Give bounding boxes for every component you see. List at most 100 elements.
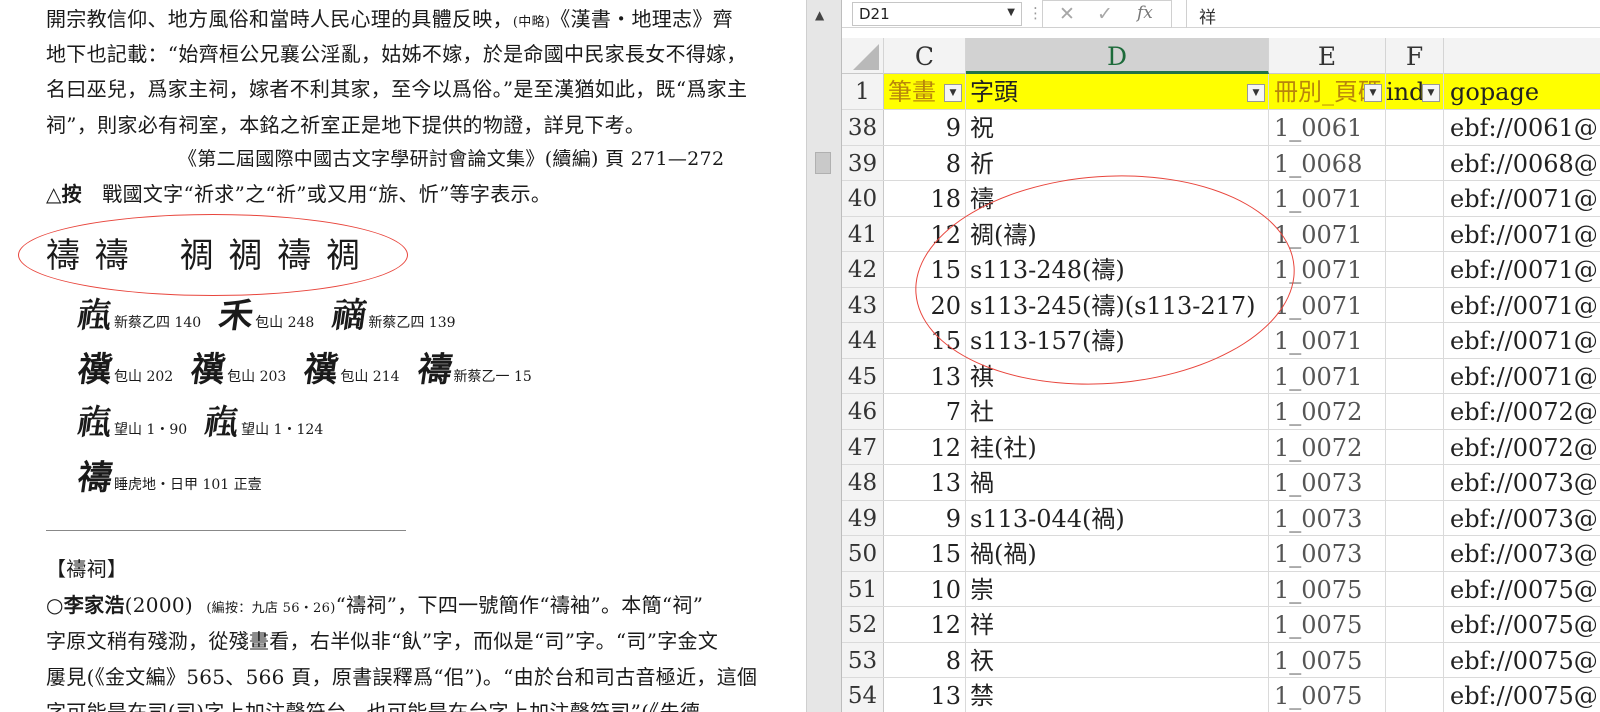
cell-character[interactable]: 祝 [966, 110, 1269, 145]
cell-character[interactable]: 禁 [966, 678, 1269, 712]
vertical-scrollbar[interactable]: ▲ [806, 0, 842, 712]
cell-strokes[interactable]: 7 [884, 394, 966, 429]
row-number[interactable]: 47 [842, 429, 884, 464]
cell-volume-page[interactable]: 1_0073 [1269, 500, 1386, 535]
cell-character[interactable]: 崇 [966, 571, 1269, 606]
cell-character[interactable]: s113-245(禱)(s113-217) [966, 287, 1269, 322]
row-number[interactable]: 41 [842, 216, 884, 251]
cell-character[interactable]: s113-157(禱) [966, 323, 1269, 358]
cell-volume-page[interactable]: 1_0071 [1269, 216, 1386, 251]
cell-gopage[interactable]: ebf://0073@ [1444, 536, 1600, 571]
cell-strokes[interactable]: 15 [884, 536, 966, 571]
cell-volume-page[interactable]: 1_0071 [1269, 252, 1386, 287]
cell-character[interactable]: 祺 [966, 358, 1269, 393]
row-number[interactable]: 38 [842, 110, 884, 145]
cell-character[interactable]: 禂(禱) [966, 216, 1269, 251]
cell-volume-page[interactable]: 1_0068 [1269, 145, 1386, 180]
cell-strokes[interactable]: 13 [884, 678, 966, 712]
row-number[interactable]: 1 [842, 74, 884, 109]
filter-dropdown-icon[interactable]: ▼ [1422, 84, 1440, 102]
header-cell-gopage[interactable]: gopage [1444, 74, 1600, 109]
cell-strokes[interactable]: 15 [884, 252, 966, 287]
cell-character[interactable]: 祆 [966, 642, 1269, 677]
cell-volume-page[interactable]: 1_0071 [1269, 323, 1386, 358]
cell-strokes[interactable]: 15 [884, 323, 966, 358]
cell-ind[interactable] [1386, 465, 1444, 500]
cell-strokes[interactable]: 9 [884, 500, 966, 535]
cell-volume-page[interactable]: 1_0075 [1269, 678, 1386, 712]
cell-gopage[interactable]: ebf://0071@ [1444, 288, 1600, 323]
cell-strokes[interactable]: 9 [884, 110, 966, 145]
name-box[interactable]: D21 ▼ [852, 2, 1022, 26]
cell-ind[interactable] [1386, 358, 1444, 393]
column-header-c[interactable]: C [884, 38, 966, 74]
header-cell-strokes[interactable]: 筆畫 ▼ [884, 74, 966, 109]
cell-volume-page[interactable]: 1_0073 [1269, 536, 1386, 571]
row-number[interactable]: 46 [842, 394, 884, 429]
row-number[interactable]: 45 [842, 358, 884, 393]
cell-gopage[interactable]: ebf://0071@ [1444, 323, 1600, 358]
cell-gopage[interactable]: ebf://0075@ [1444, 643, 1600, 678]
cell-ind[interactable] [1386, 110, 1444, 145]
cell-character[interactable]: s113-044(禍) [966, 500, 1269, 535]
row-number[interactable]: 42 [842, 252, 884, 287]
cell-volume-page[interactable]: 1_0061 [1269, 110, 1386, 145]
cell-volume-page[interactable]: 1_0072 [1269, 394, 1386, 429]
cell-ind[interactable] [1386, 145, 1444, 180]
row-number[interactable]: 53 [842, 642, 884, 677]
cell-character[interactable]: 社 [966, 394, 1269, 429]
cell-volume-page[interactable]: 1_0071 [1269, 358, 1386, 393]
cell-gopage[interactable]: ebf://0071@ [1444, 181, 1600, 216]
cell-ind[interactable] [1386, 287, 1444, 322]
cell-gopage[interactable]: ebf://0071@ [1444, 252, 1600, 287]
header-cell-ind[interactable]: ind ▼ [1386, 74, 1444, 109]
cell-strokes[interactable]: 12 [884, 607, 966, 642]
scroll-thumb[interactable] [815, 152, 831, 174]
cell-gopage[interactable]: ebf://0075@ [1444, 678, 1600, 712]
cell-character[interactable]: 禱 [966, 181, 1269, 216]
cell-strokes[interactable]: 18 [884, 181, 966, 216]
row-number[interactable]: 40 [842, 181, 884, 216]
cell-strokes[interactable]: 20 [884, 287, 966, 322]
cell-volume-page[interactable]: 1_0075 [1269, 571, 1386, 606]
cell-volume-page[interactable]: 1_0075 [1269, 642, 1386, 677]
column-header-d[interactable]: D [966, 38, 1269, 74]
row-number[interactable]: 54 [842, 678, 884, 712]
header-cell-volume-page[interactable]: 冊別_頁碼 ▼ [1269, 74, 1386, 109]
chevron-down-icon[interactable]: ▼ [1007, 7, 1015, 18]
cell-ind[interactable] [1386, 536, 1444, 571]
cell-gopage[interactable]: ebf://0073@ [1444, 501, 1600, 536]
cell-strokes[interactable]: 8 [884, 145, 966, 180]
cell-character[interactable]: 祥 [966, 607, 1269, 642]
cell-volume-page[interactable]: 1_0071 [1269, 287, 1386, 322]
cell-gopage[interactable]: ebf://0071@ [1444, 359, 1600, 394]
cell-ind[interactable] [1386, 181, 1444, 216]
cell-ind[interactable] [1386, 500, 1444, 535]
check-icon[interactable]: ✓ [1097, 3, 1113, 25]
cell-character[interactable]: 禍(禍) [966, 536, 1269, 571]
row-number[interactable]: 39 [842, 145, 884, 180]
cell-strokes[interactable]: 13 [884, 465, 966, 500]
column-header-f[interactable]: F [1386, 38, 1444, 74]
formula-input[interactable]: 祥 [1186, 0, 1600, 28]
cell-ind[interactable] [1386, 216, 1444, 251]
row-number[interactable]: 44 [842, 323, 884, 358]
select-all-corner[interactable] [842, 38, 884, 74]
cell-strokes[interactable]: 10 [884, 571, 966, 606]
cell-gopage[interactable]: ebf://0061@ [1444, 110, 1600, 145]
row-number[interactable]: 48 [842, 465, 884, 500]
cell-ind[interactable] [1386, 607, 1444, 642]
row-number[interactable]: 43 [842, 287, 884, 322]
filter-dropdown-icon[interactable]: ▼ [944, 84, 962, 102]
cell-ind[interactable] [1386, 678, 1444, 712]
filter-dropdown-icon[interactable]: ▼ [1247, 84, 1265, 102]
cell-ind[interactable] [1386, 642, 1444, 677]
insert-function-icon[interactable]: fx [1137, 3, 1153, 23]
cell-ind[interactable] [1386, 571, 1444, 606]
cancel-icon[interactable]: ✕ [1059, 3, 1075, 25]
cell-gopage[interactable]: ebf://0072@ [1444, 394, 1600, 429]
row-number[interactable]: 52 [842, 607, 884, 642]
scroll-up-arrow-icon[interactable]: ▲ [815, 8, 824, 22]
cell-character[interactable]: 袿(社) [966, 429, 1269, 464]
cell-character[interactable]: s113-248(禱) [966, 252, 1269, 287]
